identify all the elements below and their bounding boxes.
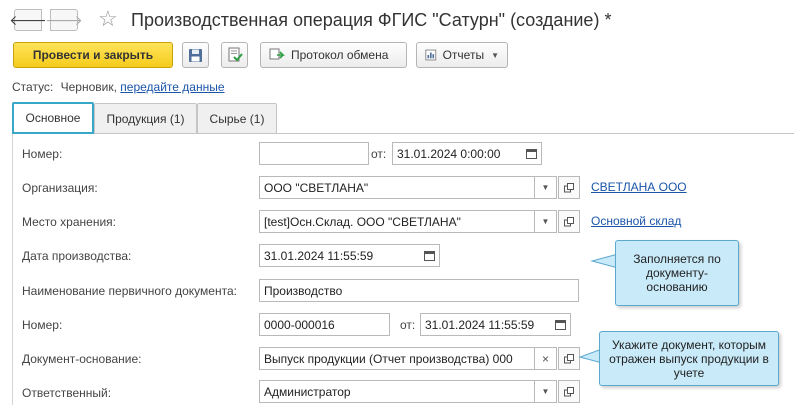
document-post-icon bbox=[228, 47, 243, 62]
primary-doc-number-label: Номер: bbox=[22, 318, 63, 332]
exchange-protocol-label: Протокол обмена bbox=[291, 48, 389, 62]
arrow-left-icon: 🡐 bbox=[9, 11, 47, 28]
responsible-dropdown-button[interactable]: ▼ bbox=[535, 380, 557, 403]
status-value: Черновик, bbox=[60, 80, 117, 94]
organization-link[interactable]: СВЕТЛАНА ООО bbox=[591, 180, 687, 194]
primary-doc-name-label: Наименование первичного документа: bbox=[22, 284, 237, 298]
tab-products[interactable]: Продукция (1) bbox=[94, 103, 197, 133]
reports-button[interactable]: Отчеты ▼ bbox=[416, 42, 508, 68]
clear-x-icon: × bbox=[541, 351, 549, 366]
number-input[interactable] bbox=[259, 142, 369, 165]
post-and-close-button[interactable]: Провести и закрыть bbox=[13, 42, 173, 68]
document-date-input[interactable]: 31.01.2024 0:00:00 bbox=[392, 142, 522, 165]
tab-divider bbox=[12, 133, 794, 134]
storage-link[interactable]: Основной склад bbox=[591, 214, 681, 228]
organization-dropdown-button[interactable]: ▼ bbox=[535, 176, 557, 199]
status-label: Статус: bbox=[12, 80, 54, 94]
production-date-hint: Заполняется по документу-основанию bbox=[615, 240, 739, 306]
window-title: Производственная операция ФГИС "Сатурн" … bbox=[131, 10, 612, 30]
production-date-label: Дата производства: bbox=[22, 249, 132, 263]
primary-doc-name-input[interactable]: Производство bbox=[259, 279, 579, 302]
storage-dropdown-button[interactable]: ▼ bbox=[535, 210, 557, 233]
primary-doc-date-label: от: bbox=[400, 318, 416, 332]
open-window-icon bbox=[564, 386, 574, 396]
open-window-icon bbox=[564, 182, 574, 192]
panel-border bbox=[12, 133, 13, 405]
organization-label: Организация: bbox=[22, 181, 98, 195]
storage-open-button[interactable] bbox=[558, 210, 580, 233]
primary-doc-number-input[interactable]: 0000-000016 bbox=[259, 313, 390, 336]
number-date-label: от: bbox=[371, 147, 387, 161]
forward-button[interactable]: 🡒 bbox=[45, 9, 83, 31]
base-doc-hint: Укажите документ, которым отражен выпуск… bbox=[599, 331, 779, 386]
calendar-icon bbox=[423, 251, 435, 261]
base-doc-clear-button[interactable]: × bbox=[535, 347, 557, 370]
base-doc-input[interactable]: Выпуск продукции (Отчет производства) 00… bbox=[259, 347, 535, 370]
organization-input[interactable]: ООО "СВЕТЛАНА" bbox=[259, 176, 535, 199]
production-date-input[interactable]: 31.01.2024 11:55:59 bbox=[259, 244, 420, 267]
chevron-down-icon: ▼ bbox=[541, 217, 550, 226]
responsible-input[interactable]: Администратор bbox=[259, 380, 535, 403]
primary-doc-date-calendar-button[interactable] bbox=[550, 313, 571, 336]
base-doc-label: Документ-основание: bbox=[22, 352, 142, 366]
chevron-down-icon: ▼ bbox=[491, 50, 499, 60]
tab-main[interactable]: Основное bbox=[12, 102, 94, 134]
storage-label: Место хранения: bbox=[22, 215, 116, 229]
responsible-open-button[interactable] bbox=[558, 380, 580, 403]
report-icon bbox=[425, 49, 437, 61]
production-date-calendar-button[interactable] bbox=[419, 244, 440, 267]
storage-input[interactable]: [test]Осн.Склад. ООО "СВЕТЛАНА" bbox=[259, 210, 535, 233]
number-label: Номер: bbox=[22, 147, 63, 161]
open-window-icon bbox=[564, 216, 574, 226]
base-doc-open-button[interactable] bbox=[558, 347, 580, 370]
chevron-down-icon: ▼ bbox=[541, 183, 550, 192]
send-data-link[interactable]: передайте данные bbox=[120, 80, 224, 94]
calendar-icon bbox=[554, 320, 566, 330]
organization-open-button[interactable] bbox=[558, 176, 580, 199]
calendar-icon bbox=[525, 149, 537, 159]
document-date-calendar-button[interactable] bbox=[521, 142, 542, 165]
reports-label: Отчеты bbox=[442, 48, 485, 62]
chevron-down-icon: ▼ bbox=[541, 387, 550, 396]
floppy-disk-icon bbox=[189, 48, 202, 62]
favorite-star-icon[interactable]: ☆ bbox=[98, 6, 118, 32]
primary-doc-date-input[interactable]: 31.01.2024 11:55:59 bbox=[420, 313, 551, 336]
arrow-right-icon: 🡒 bbox=[45, 11, 83, 28]
save-button[interactable] bbox=[182, 42, 209, 68]
post-button[interactable] bbox=[221, 42, 248, 68]
open-window-icon bbox=[564, 353, 574, 363]
exchange-protocol-button[interactable]: Протокол обмена bbox=[260, 42, 407, 68]
tab-raw-materials[interactable]: Сырье (1) bbox=[197, 103, 277, 133]
back-button[interactable]: 🡐 bbox=[9, 9, 47, 31]
responsible-label: Ответственный: bbox=[22, 386, 112, 400]
status-line: Статус: Черновик, передайте данные bbox=[12, 80, 225, 94]
exchange-icon bbox=[269, 48, 285, 60]
